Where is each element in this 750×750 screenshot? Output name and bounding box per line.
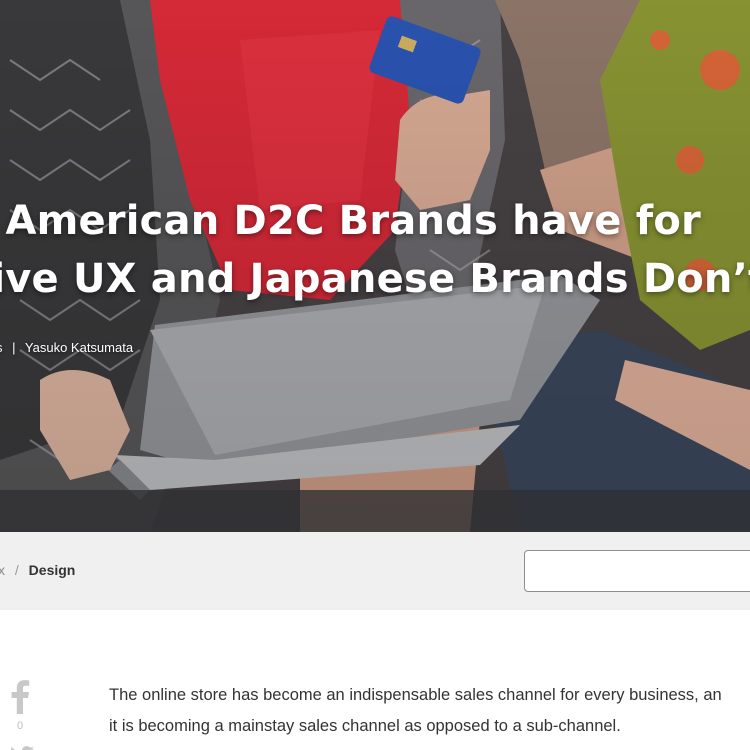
- article-title: t American D2C Brands have for tive UX a…: [0, 192, 750, 308]
- breadcrumb: x / Design: [0, 562, 75, 578]
- twitter-icon[interactable]: [10, 746, 34, 750]
- meta-separator: |: [12, 340, 16, 355]
- article-body: The online store has become an indispens…: [109, 680, 750, 742]
- article-author-link[interactable]: Yasuko Katsumata: [25, 340, 133, 355]
- share-column: 0: [0, 680, 40, 750]
- article-paragraph-line-2: it is becoming a mainstay sales channel …: [109, 717, 621, 735]
- breadcrumb-parent-link[interactable]: x: [0, 562, 5, 578]
- facebook-share-count: 0: [16, 720, 24, 732]
- article-title-line-1: t American D2C Brands have for: [0, 198, 701, 244]
- facebook-icon[interactable]: [9, 680, 31, 714]
- article-meta: s | Yasuko Katsumata: [0, 340, 133, 355]
- breadcrumb-bar: x / Design: [0, 532, 750, 610]
- article-title-line-2: tive UX and Japanese Brands Don’t: [0, 256, 750, 302]
- article-category-link[interactable]: s: [0, 340, 3, 355]
- search-input[interactable]: [524, 550, 750, 592]
- hero-banner: t American D2C Brands have for tive UX a…: [0, 0, 750, 532]
- article-paragraph-line-1: The online store has become an indispens…: [109, 686, 722, 704]
- breadcrumb-current: Design: [28, 562, 76, 578]
- breadcrumb-separator: /: [14, 562, 19, 578]
